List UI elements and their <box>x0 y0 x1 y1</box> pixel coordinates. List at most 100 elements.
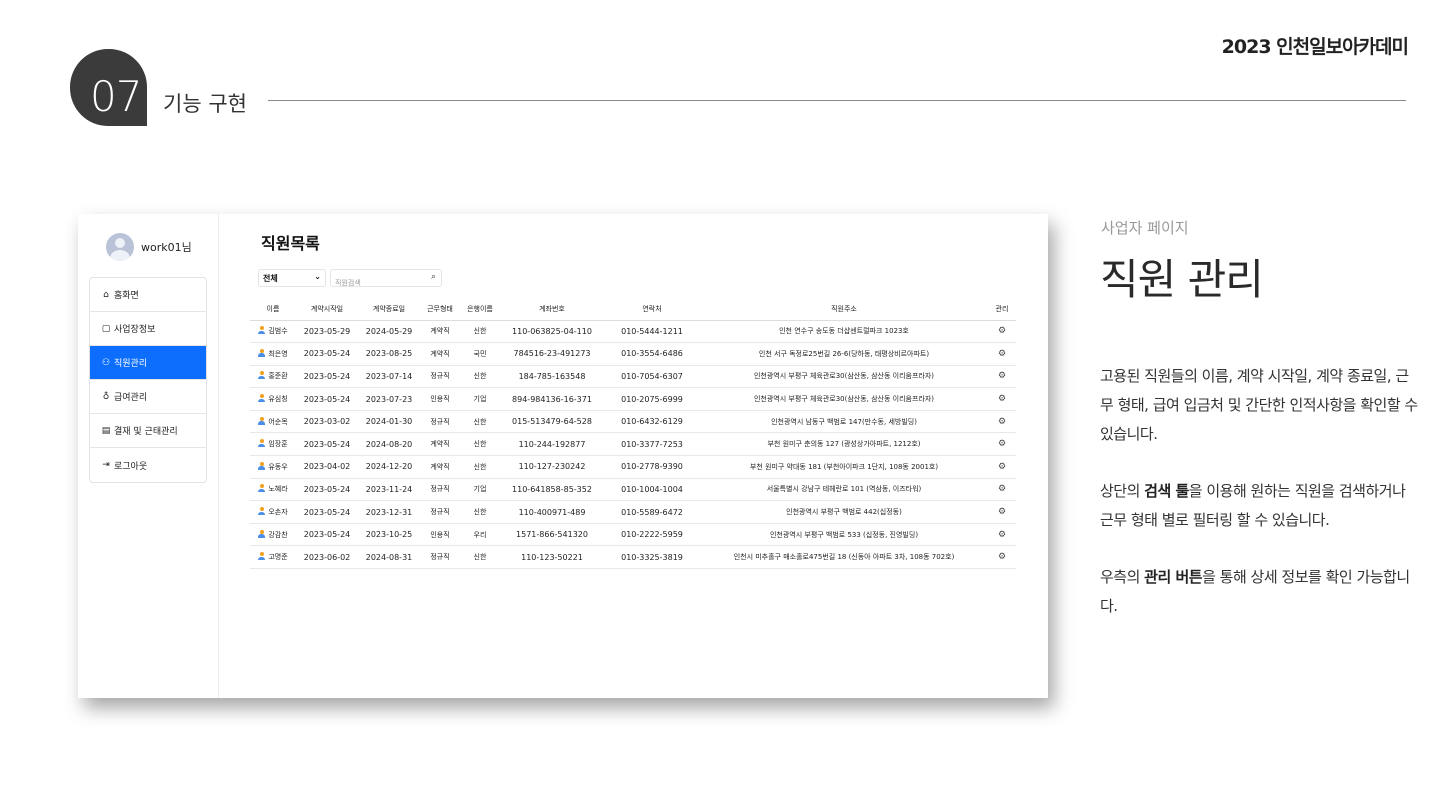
gear-icon[interactable]: ⚙ <box>998 349 1006 359</box>
cell-work-type: 정규직 <box>420 365 460 389</box>
cell-bank: 신한 <box>460 455 500 479</box>
employee-name: 오손자 <box>268 508 288 517</box>
cell-bank: 신한 <box>460 410 500 434</box>
cell-address: 인천광역시 부평구 체육관로30(삼산동, 삼산동 이리움프라자) <box>700 387 988 411</box>
gear-icon[interactable]: ⚙ <box>998 507 1006 517</box>
cell-address: 인천 서구 독정로25번길 26-6(당하동, 태평상비르아파트) <box>700 342 988 366</box>
person-icon <box>258 461 266 470</box>
table-row: 노혜라 2023-05-24 2023-11-24 정규직 기업 110-641858-8… <box>250 478 1016 502</box>
cell-bank: 신한 <box>460 545 500 570</box>
column-header-manage: 관리 <box>988 298 1016 321</box>
search-input[interactable] <box>335 276 421 290</box>
sidebar-item-label: 직원관리 <box>114 359 148 369</box>
person-icon <box>258 326 266 335</box>
cell-phone: 010-2222-5959 <box>604 523 700 547</box>
app-screenshot: work01님 ⌂ 홈화면 ▢ 사업장정보 ⚇ 직원관리 ♁ 급여관리 ▤ 결재… <box>78 214 1048 698</box>
employee-name: 임장훈 <box>268 440 288 449</box>
cell-address: 인천시 미추홀구 매소홀로475번길 18 (신동아 아파트 3차, 108동 … <box>700 545 988 570</box>
cell-manage: ⚙ <box>988 365 1016 389</box>
cell-end-date: 2023-08-25 <box>358 342 420 366</box>
cell-address: 인천광역시 부평구 체육관로30(삼산동, 삼산동 이리움프라자) <box>700 365 988 389</box>
sidebar-item-approval-attendance[interactable]: ▤ 결재 및 근태관리 <box>90 414 206 448</box>
gear-icon[interactable]: ⚙ <box>998 552 1006 562</box>
cell-end-date: 2023-11-24 <box>358 478 420 502</box>
column-header-bank: 은행이름 <box>460 298 500 321</box>
gear-icon[interactable]: ⚙ <box>998 394 1006 404</box>
person-icon <box>258 484 266 493</box>
cell-end-date: 2023-12-31 <box>358 500 420 524</box>
sidebar-item-label: 결재 및 근태관리 <box>114 427 178 437</box>
table-row: 임장훈 2023-05-24 2024-08-20 계약직 신한 110-244-1928… <box>250 432 1016 457</box>
description-paragraph-3: 우측의 관리 버튼을 통해 상세 정보를 확인 가능합니다. <box>1100 563 1420 621</box>
person-icon <box>258 394 266 403</box>
gear-icon[interactable]: ⚙ <box>998 326 1006 336</box>
column-header-phone: 연락처 <box>604 298 700 321</box>
description-paragraph-1: 고용된 직원들의 이름, 계약 시작일, 계약 종료일, 근무 형태, 급여 입… <box>1100 367 1418 443</box>
cell-start-date: 2023-05-24 <box>296 478 358 502</box>
description-subtitle: 사업자 페이지 <box>1101 219 1189 237</box>
sidebar-menu: ⌂ 홈화면 ▢ 사업장정보 ⚇ 직원관리 ♁ 급여관리 ▤ 결재 및 근태관리 … <box>89 277 207 483</box>
cell-work-type: 정규직 <box>420 500 460 524</box>
gear-icon[interactable]: ⚙ <box>998 417 1006 427</box>
work-type-filter[interactable]: 전체 ⌄ <box>258 269 326 287</box>
cell-manage: ⚙ <box>988 523 1016 547</box>
page-title: 직원목록 <box>261 234 320 253</box>
filter-value: 전체 <box>263 274 278 283</box>
gear-icon[interactable]: ⚙ <box>998 439 1006 449</box>
cell-name: 임장훈 <box>250 432 296 457</box>
cell-name: 유심칭 <box>250 387 296 411</box>
gear-icon[interactable]: ⚙ <box>998 530 1006 540</box>
people-icon: ⚇ <box>101 357 111 368</box>
employee-name: 노혜라 <box>268 485 288 494</box>
cell-phone: 010-6432-6129 <box>604 410 700 434</box>
cell-work-type: 계약직 <box>420 320 460 344</box>
user-profile[interactable]: work01님 <box>106 233 192 261</box>
cell-account: 015-513479-64-528 <box>500 410 604 434</box>
cell-address: 서울특별시 강남구 테헤란로 101 (역삼동, 이즈타워) <box>700 478 988 502</box>
chevron-down-icon: ⌄ <box>314 272 321 281</box>
person-icon <box>258 507 266 516</box>
table-row: 어순목 2023-03-02 2024-01-30 정규직 신한 015-513479-6… <box>250 410 1016 434</box>
table-row: 유동우 2023-04-02 2024-12-20 계약직 신한 110-127-2302… <box>250 455 1016 479</box>
cell-start-date: 2023-05-24 <box>296 365 358 389</box>
briefcase-icon: ▢ <box>101 323 111 334</box>
cell-bank: 신한 <box>460 320 500 344</box>
cell-name: 어순목 <box>250 410 296 434</box>
cell-address: 인천 연수구 송도동 더샵센트럴파크 1023호 <box>700 320 988 344</box>
sidebar-item-logout[interactable]: ⇥ 로그아웃 <box>90 448 206 482</box>
employee-name: 홍준환 <box>268 372 288 381</box>
cell-name: 홍준환 <box>250 365 296 389</box>
cell-end-date: 2024-08-20 <box>358 432 420 457</box>
cell-phone: 010-2075-6999 <box>604 387 700 411</box>
column-header-work-type: 근무형태 <box>420 298 460 321</box>
cell-account: 784516-23-491273 <box>500 342 604 366</box>
sidebar-item-home[interactable]: ⌂ 홈화면 <box>90 278 206 312</box>
cell-start-date: 2023-05-24 <box>296 432 358 457</box>
person-icon <box>258 416 266 425</box>
sidebar-item-payroll[interactable]: ♁ 급여관리 <box>90 380 206 414</box>
cell-manage: ⚙ <box>988 432 1016 457</box>
cell-end-date: 2024-08-31 <box>358 545 420 570</box>
text-segment: 우측의 <box>1100 568 1145 586</box>
text-segment: 상단의 <box>1100 482 1145 500</box>
sidebar-item-employees[interactable]: ⚇ 직원관리 <box>90 346 206 380</box>
gear-icon[interactable]: ⚙ <box>998 462 1006 472</box>
cell-bank: 신한 <box>460 432 500 457</box>
cell-work-type: 정규직 <box>420 478 460 502</box>
search-icon[interactable]: ⌕ <box>431 272 436 282</box>
avatar <box>106 233 134 261</box>
column-header-name: 이름 <box>250 298 296 321</box>
cell-manage: ⚙ <box>988 478 1016 502</box>
sidebar-item-business-info[interactable]: ▢ 사업장정보 <box>90 312 206 346</box>
gear-icon[interactable]: ⚙ <box>998 371 1006 381</box>
gear-icon[interactable]: ⚙ <box>998 484 1006 494</box>
cell-bank: 신한 <box>460 500 500 524</box>
sidebar-item-label: 홈화면 <box>114 291 139 301</box>
cell-account: 110-244-192877 <box>500 432 604 457</box>
employee-table: 이름 계약시작일 계약종료일 근무형태 은행이름 계좌번호 연락처 직원주소 관… <box>250 298 1016 570</box>
cell-start-date: 2023-06-02 <box>296 545 358 570</box>
cell-phone: 010-5444-1211 <box>604 320 700 344</box>
column-header-account: 계좌번호 <box>500 298 604 321</box>
cell-bank: 국민 <box>460 342 500 366</box>
cell-phone: 010-3325-3819 <box>604 545 700 570</box>
